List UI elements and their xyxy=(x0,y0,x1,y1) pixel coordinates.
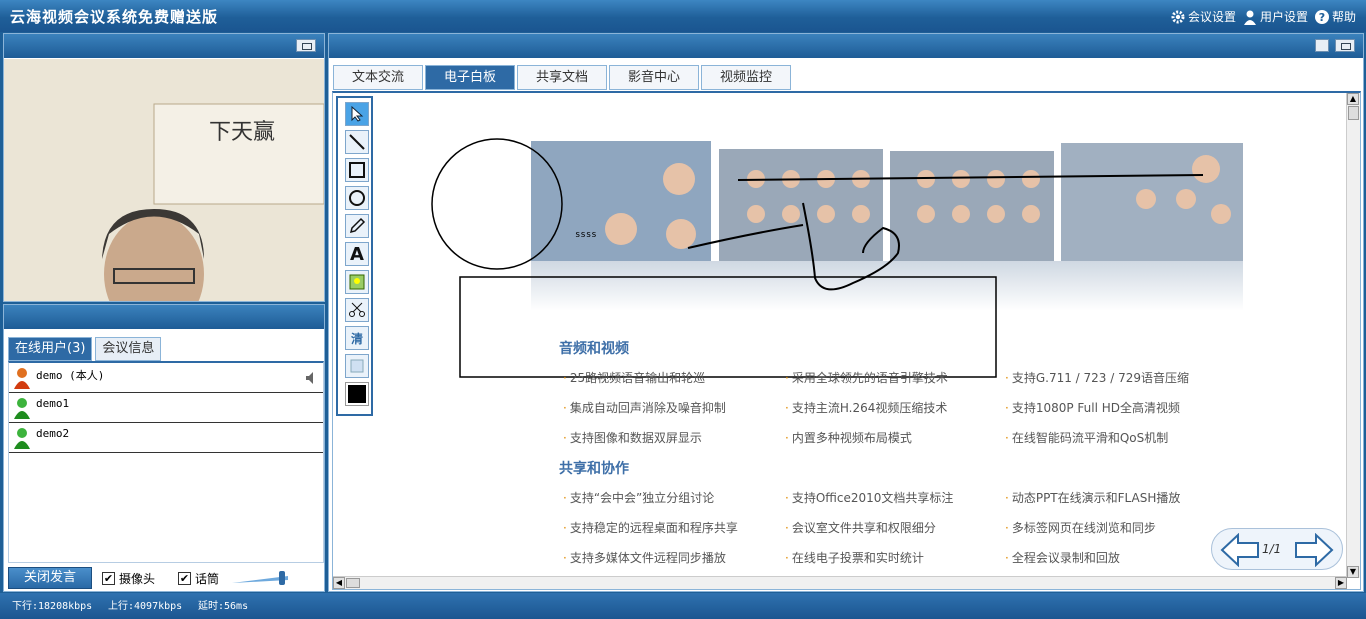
user-panel: 在线用户(3) 会议信息 demo (本人) demo1 demo2 关闭发言 xyxy=(3,304,325,592)
user-name: demo (本人) xyxy=(36,369,105,382)
whiteboard-canvas[interactable]: A 清 ssss 音频和视频 · 25路视频语音输出和轮巡 · 采用全球领先的语… xyxy=(332,91,1361,590)
meeting-settings-button[interactable]: 会议设置 xyxy=(1170,8,1236,25)
tab-online-users[interactable]: 在线用户(3) xyxy=(8,337,93,361)
help-button[interactable]: ? 帮助 xyxy=(1314,8,1356,25)
tab-whiteboard[interactable]: 电子白板 xyxy=(425,65,515,90)
user-panel-header xyxy=(4,305,324,329)
app-title: 云海视频会议系统免费赠送版 xyxy=(10,8,219,26)
tab-shared-docs[interactable]: 共享文档 xyxy=(517,65,607,90)
tab-text-chat[interactable]: 文本交流 xyxy=(333,65,423,90)
left-tabs: 在线用户(3) 会议信息 xyxy=(8,337,162,361)
feature-item: 全程会议录制和回放 xyxy=(1005,549,1120,566)
user-list: demo (本人) demo1 demo2 xyxy=(8,361,324,563)
top-menu: 会议设置 用户设置 ? 帮助 xyxy=(1170,8,1356,25)
toggle-speak-button[interactable]: 关闭发言 xyxy=(8,567,92,589)
feature-item: 在线智能码流平滑和QoS机制 xyxy=(1005,429,1168,446)
video-minimize-button[interactable] xyxy=(296,39,316,52)
user-row[interactable]: demo2 xyxy=(9,423,323,453)
user-row[interactable]: demo (本人) xyxy=(9,363,323,393)
local-video-feed: 下天赢 xyxy=(4,59,324,301)
horizontal-scroll-thumb[interactable] xyxy=(346,578,360,588)
camera-check-icon: ✔ xyxy=(102,572,115,585)
feature-item: 支持Office2010文档共享标注 xyxy=(785,489,954,506)
speaker-icon[interactable] xyxy=(305,371,317,388)
feature-item: 采用全球领先的语音引擎技术 xyxy=(785,369,948,386)
user-green-icon xyxy=(13,427,31,452)
horizontal-scrollbar[interactable]: ◀ ▶ xyxy=(333,576,1347,589)
video-panel: 下天赢 xyxy=(3,33,325,302)
user-orange-icon xyxy=(13,367,31,392)
camera-label: 摄像头 xyxy=(119,572,156,586)
next-page-arrow-icon[interactable] xyxy=(1294,532,1334,570)
help-label: 帮助 xyxy=(1331,10,1356,24)
user-name: demo1 xyxy=(36,397,70,410)
user-name: demo2 xyxy=(36,427,70,440)
feature-item: 支持多媒体文件远程同步播放 xyxy=(563,549,726,566)
user-green-icon xyxy=(13,397,31,422)
user-icon xyxy=(1242,9,1258,25)
latency: 延时:56ms xyxy=(198,601,249,612)
mic-label: 话筒 xyxy=(195,572,220,586)
video-image: 下天赢 xyxy=(4,59,324,301)
volume-slider[interactable] xyxy=(230,571,294,585)
main-minimize-button[interactable] xyxy=(1335,39,1355,52)
feature-item: 内置多种视频布局模式 xyxy=(785,429,912,446)
main-tabs: 文本交流 电子白板 共享文档 影音中心 视频监控 xyxy=(333,65,791,90)
tab-video-monitor[interactable]: 视频监控 xyxy=(701,65,791,90)
board-annotation: ssss xyxy=(575,230,597,240)
feature-item: 支持图像和数据双屏显示 xyxy=(563,429,702,446)
gear-icon xyxy=(1170,9,1186,25)
status-bar: 下行:18208kbps 上行:4097kbps 延时:56ms xyxy=(0,593,1366,619)
scroll-right-icon[interactable]: ▶ xyxy=(1335,577,1347,589)
camera-checkbox[interactable]: ✔ 摄像头 xyxy=(102,570,155,587)
meeting-settings-label: 会议设置 xyxy=(1187,10,1236,24)
feature-item: 支持G.711 / 723 / 729语音压缩 xyxy=(1005,369,1189,386)
feature-item: 支持主流H.264视频压缩技术 xyxy=(785,399,948,416)
help-icon: ? xyxy=(1314,9,1330,25)
user-row[interactable]: demo1 xyxy=(9,393,323,423)
page-indicator: 1/1 xyxy=(1262,542,1282,556)
user-controls: 关闭发言 ✔ 摄像头 ✔ 话筒 xyxy=(8,567,324,589)
mic-checkbox[interactable]: ✔ 话筒 xyxy=(178,570,219,587)
prev-page-arrow-icon[interactable] xyxy=(1220,532,1260,570)
main-panel: 文本交流 电子白板 共享文档 影音中心 视频监控 A 清 ssss 音频和视频 … xyxy=(328,33,1364,592)
feature-item: 支持稳定的远程桌面和程序共享 xyxy=(563,519,738,536)
volume-thumb[interactable] xyxy=(279,571,285,585)
feature-item: 支持“会中会”独立分组讨论 xyxy=(563,489,714,506)
title-bar: 云海视频会议系统免费赠送版 会议设置 用户设置 ? 帮助 xyxy=(0,0,1366,32)
section-title-collab: 共享和协作 xyxy=(559,461,629,477)
vertical-scroll-thumb[interactable] xyxy=(1348,106,1359,120)
feature-item: 会议室文件共享和权限细分 xyxy=(785,519,936,536)
tab-media-center[interactable]: 影音中心 xyxy=(609,65,699,90)
svg-text:?: ? xyxy=(1319,11,1325,24)
upload-rate: 上行:4097kbps xyxy=(108,601,183,612)
mic-check-icon: ✔ xyxy=(178,572,191,585)
scroll-left-icon[interactable]: ◀ xyxy=(333,577,345,589)
page-navigator: 1/1 xyxy=(1211,528,1343,570)
feature-item: 动态PPT在线演示和FLASH播放 xyxy=(1005,489,1181,506)
feature-item: 支持1080P Full HD全高清视频 xyxy=(1005,399,1180,416)
scroll-up-icon[interactable]: ▲ xyxy=(1347,93,1359,105)
fullscreen-button[interactable] xyxy=(1315,39,1329,52)
tab-meeting-info[interactable]: 会议信息 xyxy=(95,337,162,361)
vertical-scrollbar[interactable]: ▲ ▼ xyxy=(1346,93,1360,578)
feature-item: 集成自动回声消除及噪音抑制 xyxy=(563,399,726,416)
video-panel-header xyxy=(4,34,324,58)
download-rate: 下行:18208kbps xyxy=(12,601,93,612)
feature-item: 25路视频语音输出和轮巡 xyxy=(563,369,705,386)
feature-item: 多标签网页在线浏览和同步 xyxy=(1005,519,1156,536)
user-settings-button[interactable]: 用户设置 xyxy=(1242,8,1308,25)
feature-item: 在线电子投票和实时统计 xyxy=(785,549,924,566)
svg-text:下天赢: 下天赢 xyxy=(209,120,275,145)
scroll-down-icon[interactable]: ▼ xyxy=(1347,566,1359,578)
main-panel-header xyxy=(329,34,1363,58)
user-settings-label: 用户设置 xyxy=(1259,10,1308,24)
section-title-av: 音频和视频 xyxy=(559,341,629,357)
